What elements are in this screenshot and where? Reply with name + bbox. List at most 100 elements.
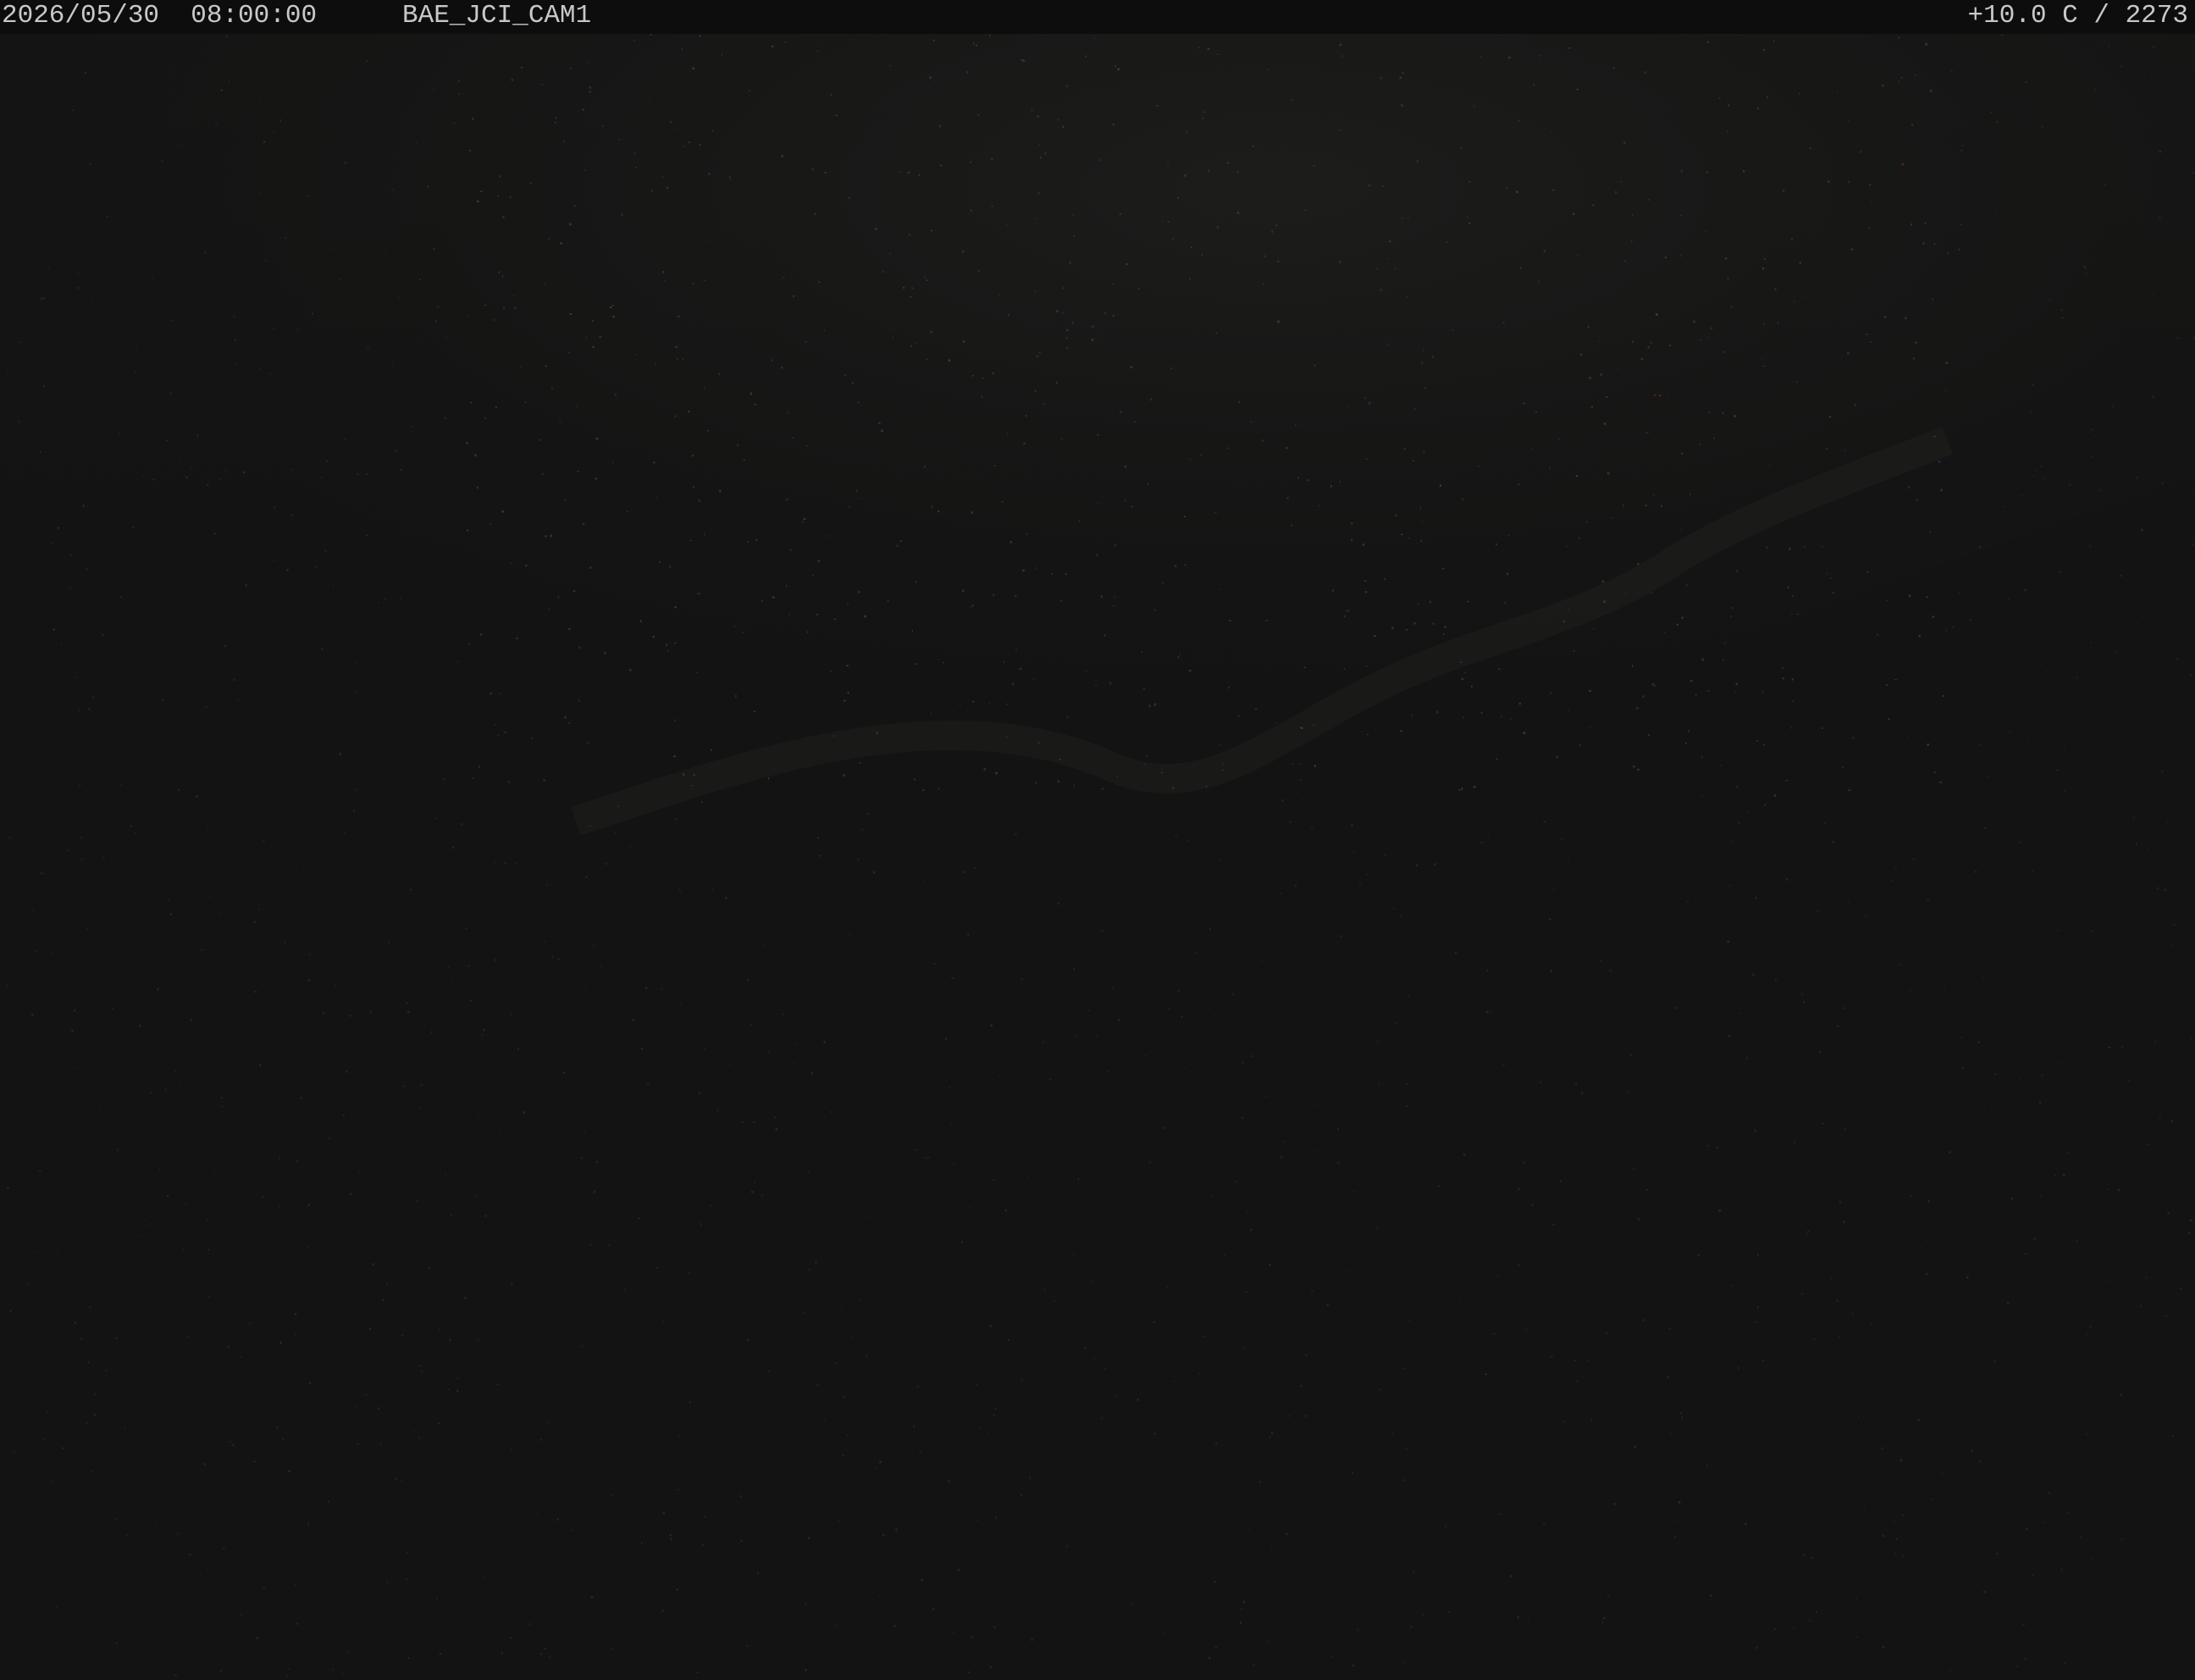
- noise-speckle: [930, 713, 932, 715]
- noise-speckle: [638, 1218, 640, 1219]
- noise-speckle: [228, 80, 230, 82]
- noise-speckle: [702, 1544, 704, 1546]
- noise-speckle: [1549, 918, 1551, 920]
- noise-speckle: [1886, 600, 1888, 601]
- noise-speckle: [924, 465, 926, 468]
- noise-speckle: [1523, 732, 1526, 735]
- noise-speckle: [1739, 1012, 1740, 1014]
- noise-speckle: [370, 1011, 372, 1014]
- noise-speckle: [1316, 1151, 1319, 1152]
- noise-speckle: [120, 783, 122, 786]
- noise-speckle: [274, 506, 275, 508]
- noise-speckle: [40, 297, 42, 300]
- noise-speckle: [1365, 665, 1368, 667]
- noise-speckle: [1926, 1240, 1928, 1241]
- noise-speckle: [706, 240, 708, 241]
- noise-speckle: [1933, 771, 1936, 773]
- noise-speckle: [1015, 649, 1017, 650]
- noise-speckle: [1838, 1335, 1841, 1337]
- noise-speckle: [1043, 403, 1046, 405]
- noise-speckle: [525, 565, 528, 566]
- noise-speckle: [1362, 543, 1365, 546]
- noise-speckle: [844, 374, 847, 377]
- noise-speckle: [1353, 851, 1355, 854]
- noise-speckle: [688, 1401, 691, 1404]
- noise-speckle: [1813, 852, 1815, 854]
- noise-speckle: [1027, 1177, 1029, 1179]
- noise-speckle: [169, 392, 172, 395]
- noise-speckle: [200, 1574, 201, 1577]
- noise-speckle: [1438, 1185, 1440, 1187]
- noise-speckle: [624, 1289, 626, 1291]
- noise-speckle: [1811, 1556, 1813, 1559]
- noise-speckle: [1364, 591, 1368, 594]
- noise-speckle: [651, 190, 653, 192]
- noise-speckle: [436, 1598, 438, 1600]
- noise-speckle: [1015, 594, 1017, 598]
- noise-speckle: [1215, 1442, 1217, 1445]
- noise-speckle: [1407, 538, 1409, 539]
- noise-speckle: [913, 778, 916, 781]
- noise-speckle: [1543, 821, 1546, 823]
- noise-speckle: [2076, 676, 2077, 678]
- noise-speckle: [693, 774, 696, 776]
- noise-speckle: [1059, 758, 1061, 760]
- noise-speckle: [1761, 267, 1765, 270]
- noise-speckle: [1166, 1285, 1169, 1288]
- noise-speckle: [2110, 1639, 2112, 1641]
- noise-speckle: [479, 633, 483, 636]
- noise-speckle: [1782, 677, 1784, 680]
- noise-speckle: [559, 420, 561, 423]
- noise-speckle: [1387, 343, 1389, 345]
- noise-speckle: [117, 1148, 119, 1152]
- noise-speckle: [312, 312, 314, 315]
- noise-speckle: [582, 108, 585, 111]
- noise-speckle: [1031, 109, 1033, 112]
- noise-speckle: [489, 692, 492, 695]
- noise-speckle: [1912, 858, 1915, 860]
- noise-speckle: [1056, 310, 1059, 312]
- noise-speckle: [161, 160, 163, 163]
- noise-speckle: [1313, 724, 1314, 727]
- noise-speckle: [1626, 1091, 1628, 1092]
- noise-speckle: [545, 284, 546, 285]
- noise-speckle: [981, 378, 985, 379]
- noise-speckle: [1020, 1494, 1022, 1497]
- noise-speckle: [1518, 1188, 1520, 1191]
- noise-speckle: [1606, 472, 1610, 475]
- noise-speckle: [478, 765, 481, 768]
- noise-speckle: [1337, 1162, 1340, 1164]
- noise-speckle: [1351, 539, 1353, 542]
- noise-speckle: [1085, 55, 1086, 58]
- noise-speckle: [256, 1637, 259, 1639]
- noise-speckle: [2161, 771, 2164, 772]
- noise-speckle: [952, 1163, 954, 1164]
- noise-speckle: [207, 1296, 210, 1298]
- noise-speckle: [1144, 763, 1146, 765]
- noise-speckle: [1072, 322, 1074, 324]
- noise-speckle: [1231, 993, 1234, 996]
- noise-speckle: [489, 523, 492, 525]
- noise-speckle: [273, 131, 275, 133]
- noise-speckle: [1961, 1067, 1965, 1069]
- noise-speckle: [2176, 658, 2178, 660]
- noise-speckle: [1650, 341, 1652, 344]
- noise-speckle: [421, 336, 423, 337]
- noise-speckle: [1702, 657, 1704, 660]
- noise-speckle: [307, 1522, 309, 1526]
- noise-speckle: [2115, 651, 2117, 654]
- noise-speckle: [80, 858, 83, 861]
- noise-speckle: [962, 250, 965, 253]
- noise-speckle: [1406, 1448, 1407, 1451]
- noise-speckle: [137, 1235, 139, 1236]
- noise-speckle: [1421, 362, 1424, 364]
- noise-speckle: [755, 539, 758, 541]
- noise-speckle: [2062, 1174, 2065, 1176]
- noise-speckle: [480, 191, 483, 192]
- noise-speckle: [1945, 630, 1948, 632]
- noise-speckle: [1044, 152, 1047, 155]
- noise-speckle: [1297, 477, 1299, 479]
- noise-speckle: [1632, 665, 1634, 667]
- noise-speckle: [1113, 605, 1115, 606]
- noise-speckle: [1286, 496, 1289, 500]
